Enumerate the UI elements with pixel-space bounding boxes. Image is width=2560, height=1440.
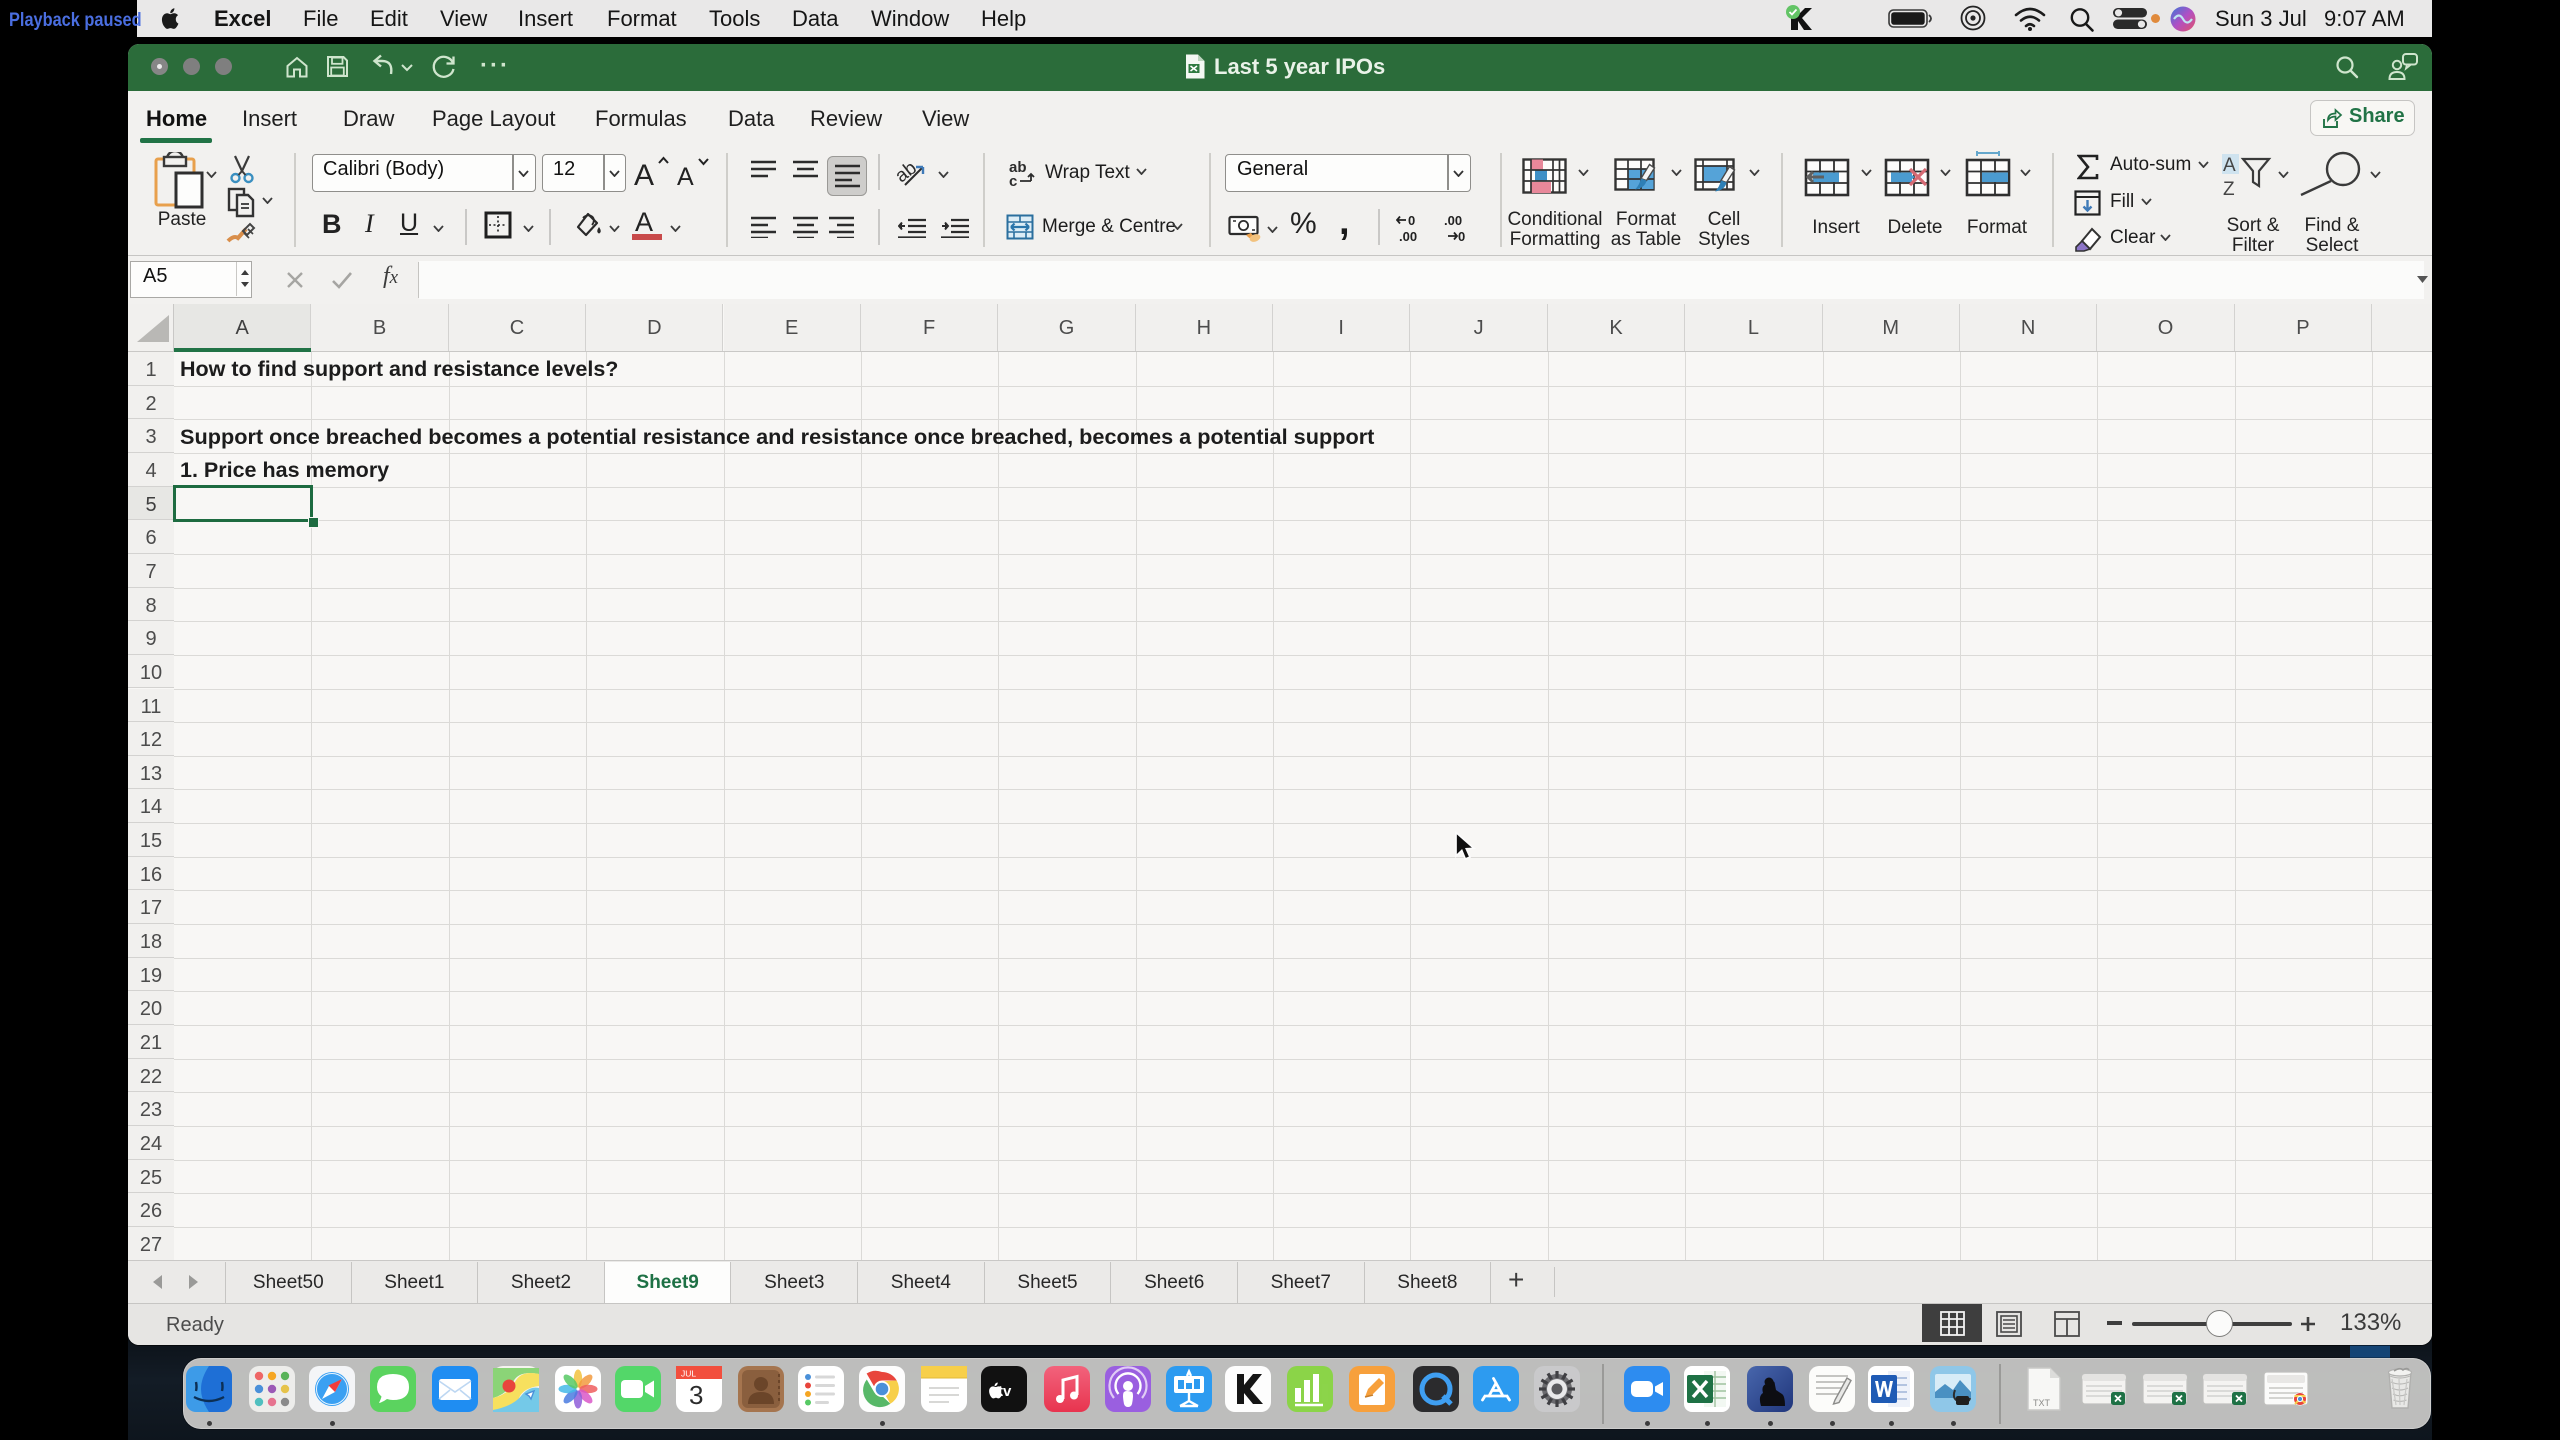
svg-text:c: c: [1009, 173, 1017, 188]
svg-text:.00: .00: [1444, 213, 1462, 228]
svg-text:Z: Z: [2223, 179, 2235, 200]
svg-text:A: A: [634, 159, 654, 191]
svg-text:3: 3: [689, 1380, 703, 1410]
svg-text:TXT: TXT: [2033, 1398, 2051, 1408]
svg-text:JUL: JUL: [681, 1369, 696, 1379]
svg-text:A: A: [677, 163, 694, 191]
svg-text:A: A: [2223, 155, 2236, 176]
svg-text:0: 0: [1408, 213, 1415, 228]
svg-text:0: 0: [1458, 229, 1465, 243]
svg-text:.00: .00: [1399, 229, 1417, 243]
